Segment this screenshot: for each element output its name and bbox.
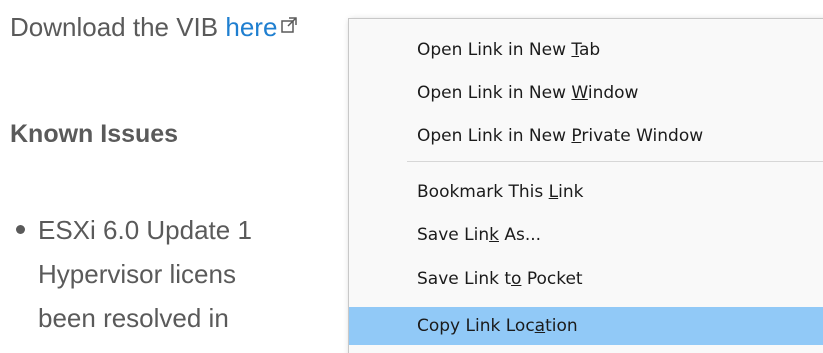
menu-item-accesskey: o	[511, 269, 522, 289]
menu-item-open-private-window[interactable]: Open Link in New Private Window	[349, 117, 823, 155]
menu-item-label: Open Link in New	[417, 83, 572, 103]
menu-item-bookmark-link[interactable]: Bookmark This Link	[349, 173, 823, 211]
menu-item-label: indow	[587, 83, 639, 103]
bullet-icon	[16, 225, 25, 234]
menu-item-label: Save Link t	[417, 269, 512, 289]
menu-item-accesskey: k	[489, 225, 499, 245]
menu-item-accesskey: a	[534, 316, 546, 336]
menu-item-label: Open Link in New	[417, 126, 572, 146]
external-link-icon	[281, 8, 298, 33]
menu-item-label: Save Lin	[417, 225, 490, 245]
menu-item-label: Pocket	[521, 269, 583, 289]
menu-item-copy-link-location[interactable]: Copy Link Location	[349, 307, 823, 345]
menu-item-open-new-tab[interactable]: Open Link in New Tab	[349, 31, 823, 69]
menu-item-accesskey: T	[571, 40, 579, 60]
download-text: Download the VIB	[10, 12, 226, 42]
menu-item-label: rivate Window	[581, 126, 704, 146]
link-context-menu: Open Link in New Tab Open Link in New Wi…	[348, 18, 823, 353]
download-line: Download the VIB here	[10, 8, 298, 43]
menu-item-label: Open Link in New	[417, 40, 572, 60]
menu-item-save-to-pocket[interactable]: Save Link to Pocket	[349, 260, 823, 298]
menu-separator	[407, 161, 823, 162]
menu-item-save-link-as[interactable]: Save Link As...	[349, 216, 823, 254]
menu-item-accesskey: P	[571, 126, 582, 146]
menu-item-label: Bookmark This	[417, 182, 549, 202]
menu-item-label: tion	[545, 316, 578, 336]
menu-item-label: ink	[558, 182, 584, 202]
list-item-line: Hypervisor licens	[38, 259, 236, 289]
known-issues-heading: Known Issues	[10, 120, 179, 148]
download-link[interactable]: here	[225, 12, 277, 42]
menu-item-label: ab	[579, 40, 601, 60]
menu-item-label: Copy Link Loc	[417, 316, 535, 336]
menu-item-accesskey: W	[571, 83, 588, 103]
list-item-line: ESXi 6.0 Update 1	[38, 215, 252, 245]
menu-item-label: As...	[498, 225, 542, 245]
menu-item-accesskey: L	[548, 182, 559, 202]
known-issues-list: ESXi 6.0 Update 1 Hypervisor licens been…	[16, 208, 252, 340]
list-item-line: been resolved in	[38, 303, 229, 333]
menu-item-open-new-window[interactable]: Open Link in New Window	[349, 74, 823, 112]
